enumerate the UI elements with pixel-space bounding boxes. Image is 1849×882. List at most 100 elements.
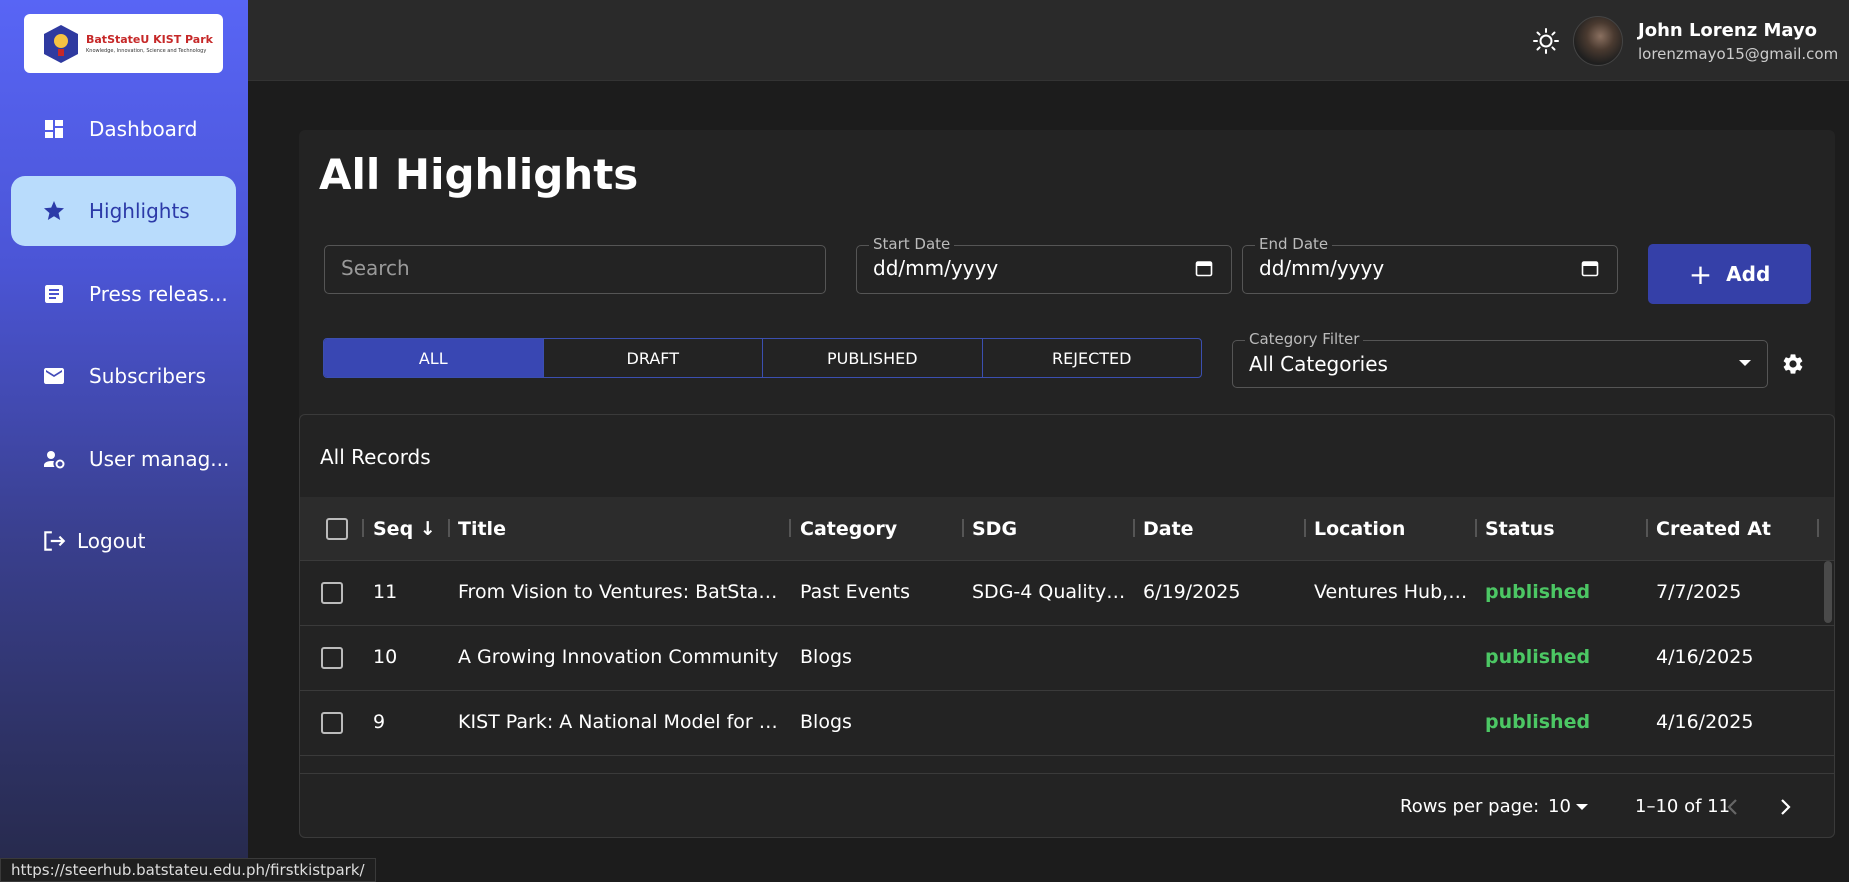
sidebar-item-label: Press releas... [89,282,228,306]
row-checkbox[interactable] [321,647,343,669]
chevron-left-icon[interactable] [1718,792,1748,822]
table-scrollbar[interactable] [1824,561,1832,623]
column-header-title[interactable]: Title [458,518,506,540]
rows-per-page-label: Rows per page: [1400,796,1540,817]
column-header-location[interactable]: Location [1314,518,1405,540]
rows-per-page-select[interactable]: 10 [1548,796,1571,817]
brand-logo[interactable]: BatStateU KIST Park Knowledge, Innovatio… [24,14,223,73]
pagination-range: 1–10 of 11 [1635,796,1731,817]
cell-title: KIST Park: A National Model for Innova..… [458,711,783,733]
table-row[interactable]: 9 KIST Park: A National Model for Innova… [300,691,1834,756]
records-table: All Records Seq ↓ Title Category SDG Dat… [299,414,1835,838]
cell-sdg: SDG-4 Quality Ed... [972,581,1127,603]
chevron-down-icon[interactable] [1576,804,1588,810]
sidebar-item-label: Dashboard [89,117,198,141]
cell-category: Blogs [800,646,852,668]
add-button[interactable]: + Add [1648,244,1811,304]
records-title: All Records [320,445,431,469]
logout-icon [41,528,67,554]
top-bar: John Lorenz Mayo lorenzmayo15@gmail.com [248,0,1849,81]
status-badge: published [1485,711,1591,733]
select-all-checkbox[interactable] [326,518,348,540]
column-header-created-at[interactable]: Created At [1656,518,1771,540]
row-checkbox[interactable] [321,712,343,734]
browser-status-url: https://steerhub.batstateu.edu.ph/firstk… [0,858,376,882]
sidebar-item-highlights[interactable]: Highlights [11,176,236,246]
user-email: lorenzmayo15@gmail.com [1638,45,1839,63]
end-date-field[interactable]: End Date dd/mm/yyyy [1242,235,1618,294]
column-separator [1646,519,1648,537]
sidebar-item-label: Subscribers [89,364,206,388]
sun-icon[interactable] [1532,27,1560,55]
star-icon [41,198,67,224]
row-checkbox[interactable] [321,582,343,604]
sort-arrow-icon[interactable]: ↓ [420,518,436,540]
tab-draft[interactable]: DRAFT [544,339,763,377]
dashboard-icon [41,116,67,142]
table-header: Seq ↓ Title Category SDG Date Location S… [300,497,1834,561]
mail-icon [41,363,67,389]
sidebar-item-subscribers[interactable]: Subscribers [11,341,236,411]
tab-published[interactable]: PUBLISHED [763,339,983,377]
sidebar-item-logout[interactable]: Logout [11,506,236,576]
column-header-date[interactable]: Date [1143,518,1194,540]
cell-date: 6/19/2025 [1143,581,1241,603]
logo-icon [44,24,78,63]
cell-category: Past Events [800,581,910,603]
calendar-icon[interactable] [1195,259,1213,277]
column-separator [1133,519,1135,537]
sidebar-item-label: Logout [77,529,146,553]
column-header-seq[interactable]: Seq ↓ [373,518,436,540]
column-separator [1817,519,1819,537]
sidebar-item-label: Highlights [89,199,190,223]
chevron-right-icon[interactable] [1770,792,1800,822]
tab-all[interactable]: ALL [324,339,544,377]
column-header-sdg[interactable]: SDG [972,518,1017,540]
status-tabs: ALL DRAFT PUBLISHED REJECTED [323,338,1202,378]
category-filter-label: Category Filter [1245,330,1364,348]
table-row[interactable]: 10 A Growing Innovation Community Blogs … [300,626,1834,691]
category-filter-select[interactable]: Category Filter All Categories [1232,330,1768,388]
column-separator [448,519,450,537]
column-separator [789,519,791,537]
article-icon [41,281,67,307]
calendar-icon[interactable] [1581,259,1599,277]
status-badge: published [1485,581,1591,603]
brand-tagline: Knowledge, Innovation, Science and Techn… [86,48,207,54]
sidebar-item-label: User manag... [89,447,230,471]
brand-name: BatStateU KIST Park [86,33,213,46]
table-pagination: Rows per page: 10 1–10 of 11 [300,773,1834,837]
start-date-value: dd/mm/yyyy [873,256,999,280]
cell-seq: 11 [373,581,398,603]
sidebar-item-press-releases[interactable]: Press releas... [11,259,236,329]
avatar[interactable] [1573,16,1623,66]
end-date-value: dd/mm/yyyy [1259,256,1385,280]
gear-icon[interactable] [1781,352,1805,376]
sidebar: BatStateU KIST Park Knowledge, Innovatio… [0,0,248,882]
column-header-category[interactable]: Category [800,518,897,540]
sidebar-item-user-management[interactable]: User manag... [11,424,236,494]
cell-category: Blogs [800,711,852,733]
page-title: All Highlights [319,150,639,199]
column-separator [962,519,964,537]
search-input[interactable]: Search [324,245,826,294]
cell-created-at: 7/7/2025 [1656,581,1742,603]
cell-location: Ventures Hub, B... [1314,581,1469,603]
user-settings-icon [41,446,67,472]
column-separator [1475,519,1477,537]
cell-created-at: 4/16/2025 [1656,646,1754,668]
column-header-status[interactable]: Status [1485,518,1555,540]
add-button-label: Add [1726,262,1771,286]
status-badge: published [1485,646,1591,668]
column-separator [362,519,364,537]
chevron-down-icon [1739,360,1751,366]
plus-icon: + [1688,257,1713,291]
tab-rejected[interactable]: REJECTED [983,339,1202,377]
sidebar-item-dashboard[interactable]: Dashboard [11,94,236,164]
cell-title: From Vision to Ventures: BatStateU KI... [458,581,783,603]
start-date-field[interactable]: Start Date dd/mm/yyyy [856,235,1232,294]
cell-seq: 9 [373,711,386,733]
table-row[interactable]: 11 From Vision to Ventures: BatStateU KI… [300,561,1834,626]
end-date-label: End Date [1255,235,1333,253]
category-filter-value: All Categories [1249,352,1388,376]
